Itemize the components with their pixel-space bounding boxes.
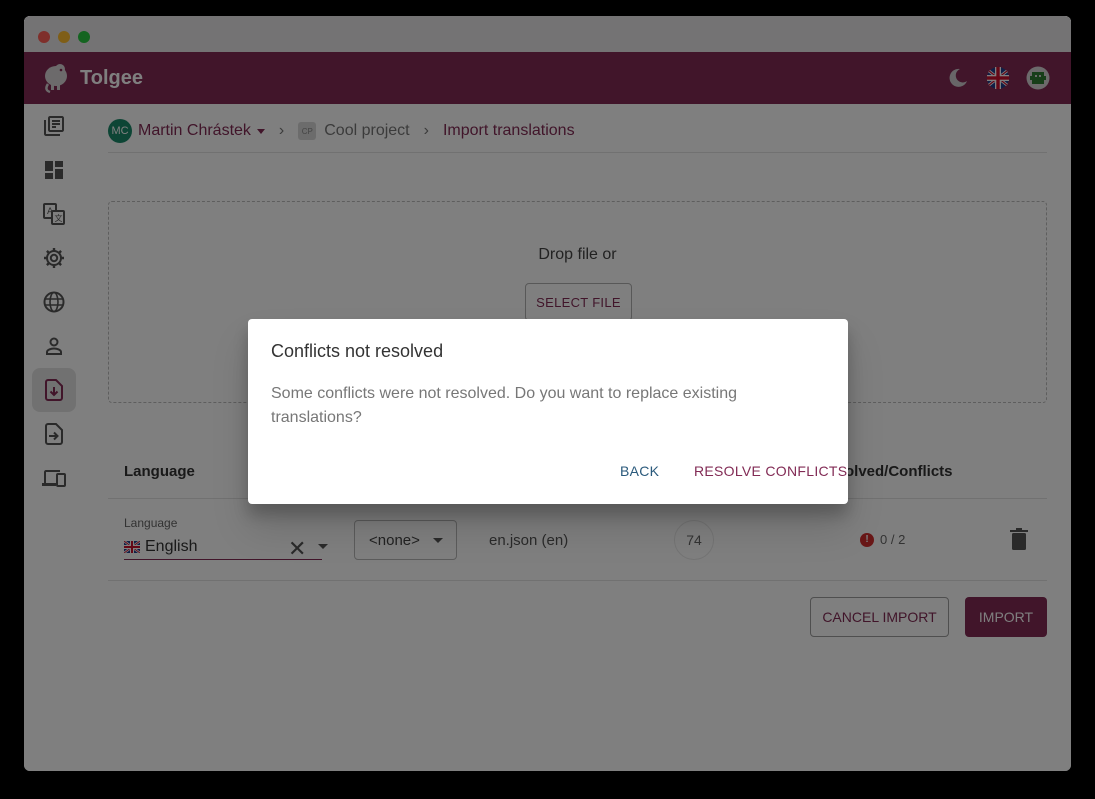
back-button[interactable]: BACK [620,463,659,479]
dialog-message: Some conflicts were not resolved. Do you… [271,385,738,426]
resolve-conflicts-button[interactable]: RESOLVE CONFLICTS [694,463,847,479]
browser-window: Tolgee A文 [24,16,1071,771]
dialog-title: Conflicts not resolved [271,341,444,361]
conflicts-dialog: Conflicts not resolved Some conflicts we… [248,319,848,504]
